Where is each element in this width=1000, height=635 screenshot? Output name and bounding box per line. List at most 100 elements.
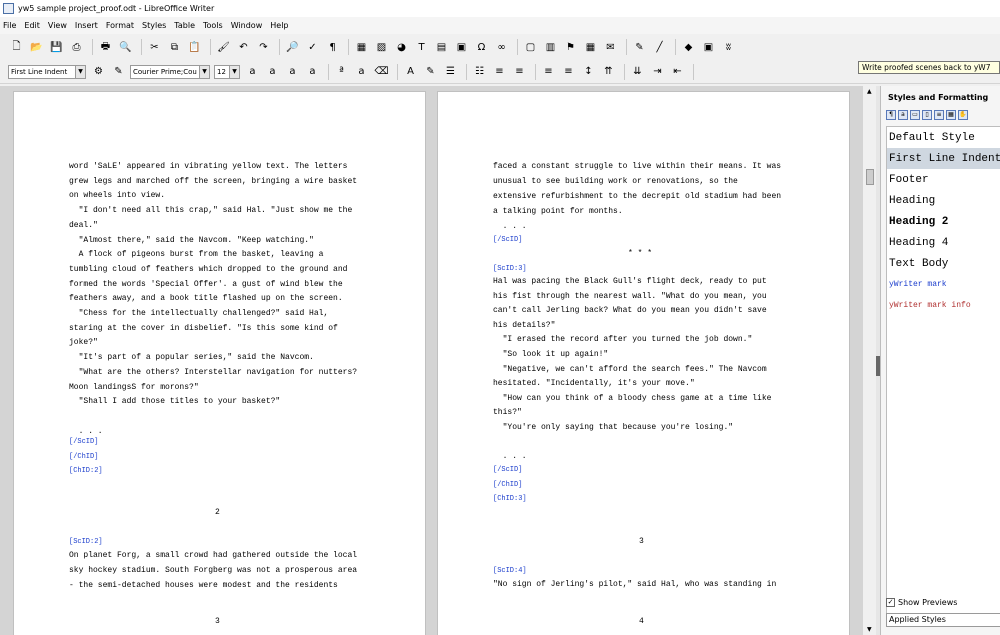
font-name-combo[interactable]: Courier Prime;Cou ▼ (130, 64, 210, 79)
spelling-icon[interactable]: ✓ (304, 39, 321, 56)
style-item-text-body[interactable]: Text Body (887, 253, 1000, 274)
update-style-icon[interactable]: ⚙ (90, 63, 107, 80)
insert-image-icon[interactable]: ▨ (373, 39, 390, 56)
comment-icon[interactable]: ✉ (602, 39, 619, 56)
style-item-heading-4[interactable]: Heading 4 (887, 232, 1000, 253)
fill-format-icon[interactable]: ✋ (958, 110, 968, 120)
formatting-marks-icon[interactable]: ¶ (324, 39, 341, 56)
vertical-scrollbar[interactable]: ▲ ▼ (862, 86, 876, 635)
copy-icon[interactable]: ⧉ (166, 39, 183, 56)
insert-table-icon[interactable]: ▦ (353, 39, 370, 56)
style-item-heading-2[interactable]: Heading 2 (887, 211, 1000, 232)
style-item-first-line-indent[interactable]: First Line Indent (887, 148, 1000, 169)
paragraph-styles-icon[interactable]: ¶ (886, 110, 896, 120)
menu-window[interactable]: Window (231, 21, 263, 30)
font-color-icon[interactable]: A (402, 63, 419, 80)
style-item-ywriter-mark[interactable]: yWriter mark (887, 274, 1000, 295)
special-character-icon[interactable]: Ω (473, 39, 490, 56)
font-size-combo[interactable]: 12 ▼ (214, 64, 240, 79)
paste-icon[interactable]: 📋 (186, 39, 203, 56)
show-previews-checkbox[interactable]: ✓ Show Previews (886, 598, 957, 607)
page-3[interactable]: faced a constant struggle to live within… (437, 91, 850, 635)
open-icon[interactable]: 📂 (28, 39, 45, 56)
line-spacing-icon[interactable]: ↕ (580, 63, 597, 80)
list-styles-icon[interactable]: ≡ (934, 110, 944, 120)
menu-help[interactable]: Help (270, 21, 288, 30)
character-styles-icon[interactable]: a (898, 110, 908, 120)
insert-chart-icon[interactable]: ◕ (393, 39, 410, 56)
print-icon[interactable]: 🖶 (97, 39, 114, 56)
style-item-default-style[interactable]: Default Style (887, 127, 1000, 148)
increase-indent-icon[interactable]: ⇥ (649, 63, 666, 80)
bookmark-icon[interactable]: ⚑ (562, 39, 579, 56)
bold-icon[interactable]: a (244, 63, 261, 80)
page-2[interactable]: word 'SaLE' appeared in vibrating yellow… (13, 91, 426, 635)
new-document-icon[interactable]: 🗋 (8, 39, 25, 56)
text-line: "How can you think of a bloody chess gam… (493, 393, 772, 403)
menu-tools[interactable]: Tools (203, 21, 223, 30)
highlight-icon[interactable]: ✎ (422, 63, 439, 80)
endnote-icon[interactable]: ▥ (542, 39, 559, 56)
print-preview-icon[interactable]: 🔍 (117, 39, 134, 56)
basic-shapes-icon[interactable]: ◆ (680, 39, 697, 56)
menu-insert[interactable]: Insert (75, 21, 98, 30)
numbering-icon[interactable]: ☷ (471, 63, 488, 80)
insert-textbox-icon[interactable]: T (413, 39, 430, 56)
cut-icon[interactable]: ✂ (146, 39, 163, 56)
menu-edit[interactable]: Edit (24, 21, 40, 30)
export-pdf-icon[interactable]: ⎙ (68, 39, 85, 56)
style-item-heading[interactable]: Heading (887, 190, 1000, 211)
find-replace-icon[interactable]: 🔎 (284, 39, 301, 56)
decrease-indent-icon[interactable]: ⇤ (669, 63, 686, 80)
undo-icon[interactable]: ↶ (235, 39, 252, 56)
new-style-icon[interactable]: ✎ (110, 63, 127, 80)
frame-styles-icon[interactable]: ▭ (910, 110, 920, 120)
style-item-ywriter-mark-info[interactable]: yWriter mark info (887, 295, 1000, 316)
scroll-down-icon[interactable]: ▼ (867, 626, 872, 633)
clear-formatting-icon[interactable]: ⌫ (373, 63, 390, 80)
page-styles-icon[interactable]: ▯ (922, 110, 932, 120)
decrease-paragraph-spacing-icon[interactable]: ⇊ (629, 63, 646, 80)
document-area[interactable]: word 'SaLE' appeared in vibrating yellow… (0, 86, 862, 635)
insert-field-icon[interactable]: ▣ (453, 39, 470, 56)
hyperlink-icon[interactable]: ∞ (493, 39, 510, 56)
track-changes-icon[interactable]: ✎ (631, 39, 648, 56)
align-center-icon[interactable]: ≡ (511, 63, 528, 80)
menu-styles[interactable]: Styles (142, 21, 166, 30)
chevron-down-icon[interactable]: ▼ (199, 65, 209, 78)
cross-reference-icon[interactable]: ▦ (582, 39, 599, 56)
save-icon[interactable]: 💾 (48, 39, 65, 56)
redo-icon[interactable]: ↷ (255, 39, 272, 56)
chevron-down-icon[interactable]: ▼ (229, 65, 239, 78)
increase-paragraph-spacing-icon[interactable]: ⇈ (600, 63, 617, 80)
subscript-icon[interactable]: a (353, 63, 370, 80)
underline-icon[interactable]: a (284, 63, 301, 80)
align-right-icon[interactable]: ≡ (540, 63, 557, 80)
bullets-icon[interactable]: ☰ (442, 63, 459, 80)
italic-icon[interactable]: a (264, 63, 281, 80)
draw-functions-icon[interactable]: ▣ (700, 39, 717, 56)
yw-proof-icon[interactable]: ʬ (720, 39, 737, 56)
page-break-icon[interactable]: ▤ (433, 39, 450, 56)
align-left-icon[interactable]: ≡ (491, 63, 508, 80)
menu-format[interactable]: Format (106, 21, 134, 30)
menu-table[interactable]: Table (174, 21, 195, 30)
style-filter-select[interactable]: Applied Styles (886, 613, 1000, 627)
strikethrough-icon[interactable]: a (304, 63, 321, 80)
footnote-icon[interactable]: ▢ (522, 39, 539, 56)
justify-icon[interactable]: ≡ (560, 63, 577, 80)
line-icon[interactable]: ╱ (651, 39, 668, 56)
clone-formatting-icon[interactable]: 🖌 (215, 39, 232, 56)
checkbox-checked-icon[interactable]: ✓ (886, 598, 895, 607)
chevron-down-icon[interactable]: ▼ (75, 65, 85, 78)
font-size-value: 12 (217, 67, 226, 76)
table-styles-icon[interactable]: ▦ (946, 110, 956, 120)
superscript-icon[interactable]: ª (333, 63, 350, 80)
menu-view[interactable]: View (48, 21, 67, 30)
style-item-footer[interactable]: Footer (887, 169, 1000, 190)
scene-mark: [/ChID] (69, 452, 99, 461)
paragraph-style-combo[interactable]: First Line Indent ▼ (8, 64, 86, 79)
scroll-up-icon[interactable]: ▲ (867, 88, 872, 95)
scroll-thumb[interactable] (866, 169, 874, 185)
menu-file[interactable]: File (3, 21, 16, 30)
